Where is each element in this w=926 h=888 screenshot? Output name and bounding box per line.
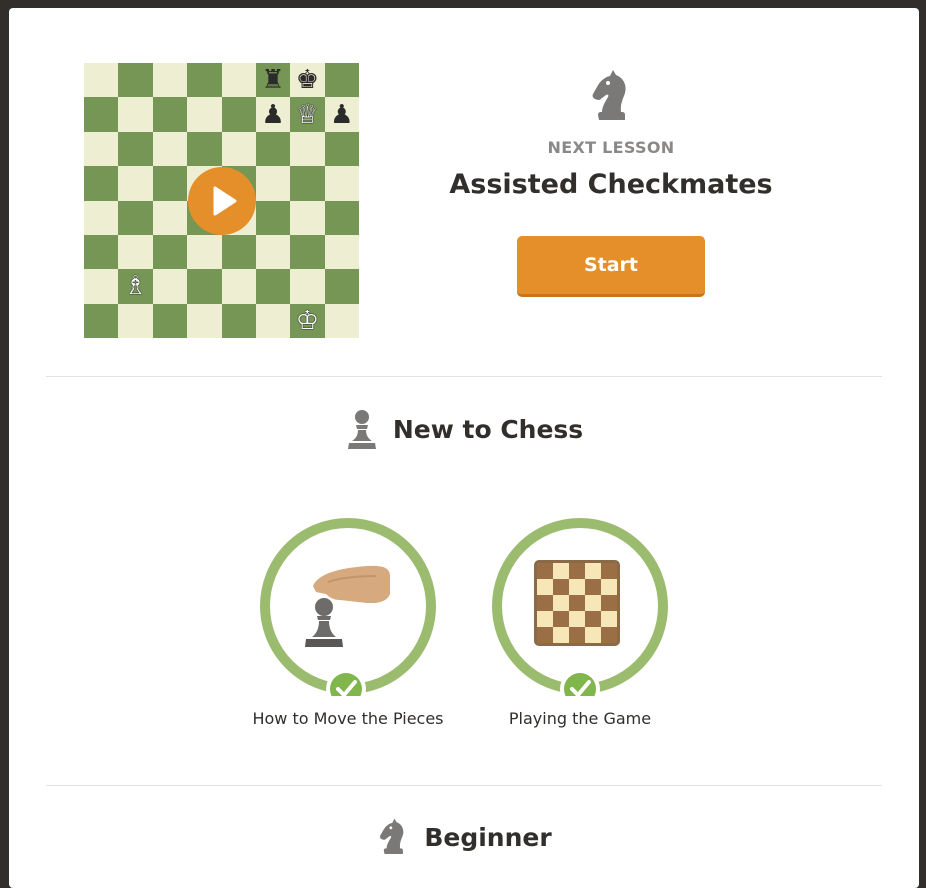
board-square [187,131,222,167]
board-square [118,234,153,270]
board-square [290,131,325,167]
lesson-label: Playing the Game [508,709,652,728]
chess-piece: ♟ [330,99,354,130]
board-square: ♟ [255,97,291,132]
board-square: ♜ [255,63,291,98]
board-square [221,63,256,98]
board-square [152,234,188,270]
board-square [324,131,359,167]
board-square [324,166,359,201]
board-square [187,63,222,98]
board-square [84,63,119,98]
board-square [255,269,291,304]
divider [46,785,882,786]
board-square [255,234,291,270]
board-square [84,97,119,132]
board-square [221,269,256,304]
board-square [84,269,119,304]
chess-piece: ♟ [261,99,285,130]
lessons-card: ♜ ♚ ♟ ♕ ♟ ♗ ♔ NEXT LESSON Assisted Checkmates … [9,8,919,888]
start-button[interactable]: Start [517,236,705,297]
board-square [152,200,188,235]
board-square [187,234,222,270]
board-square [255,166,291,201]
progress-ring [260,518,436,696]
lesson-progress-ring [258,516,438,696]
lesson-how-to-move-the-pieces[interactable]: How to Move the Pieces [248,516,448,729]
board-square [290,234,325,270]
board-square [84,200,119,235]
board-square [324,234,359,270]
board-square [290,269,325,304]
board-square [118,131,153,167]
next-lesson-title: Assisted Checkmates [449,169,773,200]
knight-icon [592,70,626,120]
knight-icon [380,818,404,854]
board-square [221,234,256,270]
lesson-label: How to Move the Pieces [252,709,444,728]
board-square [221,97,256,132]
chess-piece: ♚ [295,65,320,96]
chess-piece: ♔ [295,305,320,336]
board-square [290,166,325,201]
board-square [118,63,153,98]
board-square [221,131,256,167]
board-square [290,200,325,235]
next-lesson-label: NEXT LESSON [547,138,675,157]
section-header-beginner: Beginner [9,816,919,858]
board-square [255,200,291,235]
board-square [324,269,359,304]
lesson-progress-ring [490,516,670,696]
board-square [187,269,222,304]
board-square [84,234,119,270]
board-square [152,97,188,132]
divider [46,376,882,377]
board-square: ♟ [324,97,359,132]
board-square [152,166,188,201]
chess-piece: ♗ [123,271,148,302]
board-square [324,303,359,338]
lesson-playing-the-game[interactable]: Playing the Game [480,516,680,729]
board-square [187,97,222,132]
next-lesson-panel: NEXT LESSON Assisted Checkmates Start [411,68,811,297]
hand-pawn-icon [305,565,390,647]
board-square [187,303,222,338]
board-square [255,131,291,167]
chess-piece: ♕ [295,99,320,130]
play-icon [213,186,237,216]
board-square [255,303,291,338]
board-square [84,131,119,167]
board-square [152,303,188,338]
board-square: ♔ [290,303,325,338]
board-square: ♕ [290,97,325,132]
chess-piece: ♜ [261,65,285,96]
chessboard-icon [534,560,620,646]
lesson-preview-board[interactable]: ♜ ♚ ♟ ♕ ♟ ♗ ♔ [84,63,359,338]
progress-ring [492,518,668,696]
section-header-new-to-chess: New to Chess [9,408,919,450]
board-square [324,200,359,235]
board-square [152,131,188,167]
board-square [118,200,153,235]
section-title: New to Chess [392,414,584,444]
board-square [152,269,188,304]
board-square [118,97,153,132]
board-square: ♚ [290,63,325,98]
board-square [118,166,153,201]
board-square [118,303,153,338]
board-square [84,303,119,338]
pawn-icon [347,410,376,449]
board-square: ♗ [118,269,153,304]
board-square [324,63,359,98]
board-square [152,63,188,98]
play-button[interactable] [188,167,256,235]
board-square [84,166,119,201]
board-square [221,303,256,338]
section-title: Beginner [424,822,552,852]
